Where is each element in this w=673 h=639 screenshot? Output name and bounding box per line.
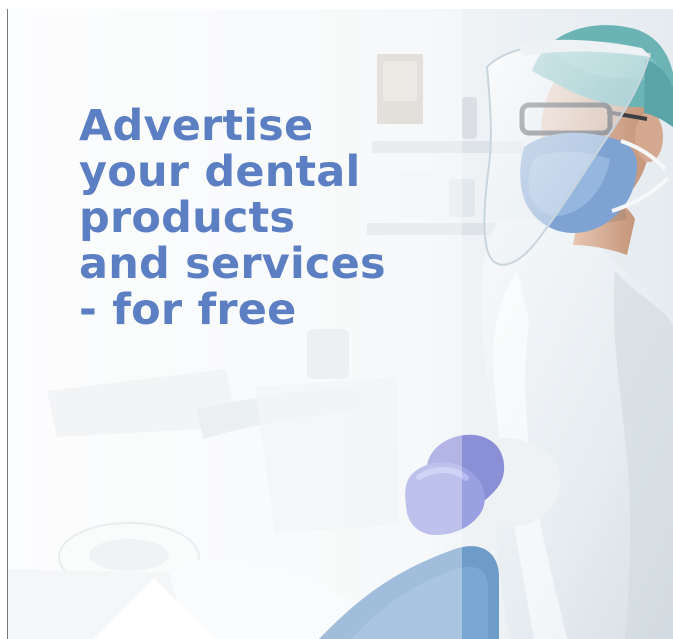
shelf-bottle <box>462 97 477 139</box>
left-border-divider <box>7 9 8 639</box>
headline-line-3: products <box>79 193 296 243</box>
page-frame: Advertise your dental products and servi… <box>0 0 673 639</box>
white-arrow-notch <box>94 578 214 639</box>
headline-line-4: and services <box>79 239 386 289</box>
headline-line-2: your dental <box>79 147 361 197</box>
ad-headline: Advertise your dental products and servi… <box>79 103 439 333</box>
advertisement-card[interactable]: Advertise your dental products and servi… <box>7 9 673 639</box>
headline-line-1: Advertise <box>79 101 314 151</box>
headline-line-5: - for free <box>79 285 297 335</box>
